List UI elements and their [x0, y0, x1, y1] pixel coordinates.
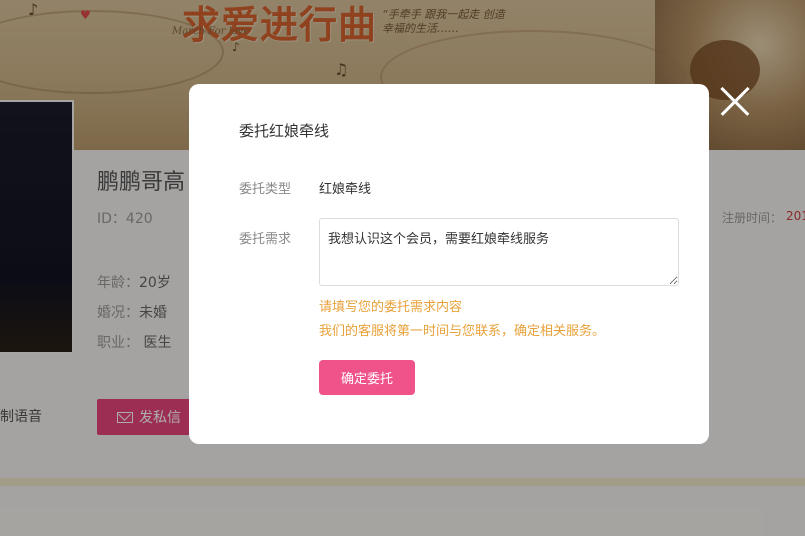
entrust-dialog: 委托红娘牵线 委托类型 红娘牵线 委托需求 我想认识这个会员，需要红娘牵线服务 …	[189, 84, 709, 444]
dialog-title: 委托红娘牵线	[239, 122, 330, 140]
need-label: 委托需求	[239, 232, 292, 247]
hint-contact: 我们的客服将第一时间与您联系，确定相关服务。	[319, 324, 606, 339]
type-label: 委托类型	[239, 182, 292, 197]
type-value: 红娘牵线	[319, 182, 372, 197]
need-textarea[interactable]: 我想认识这个会员，需要红娘牵线服务	[319, 218, 679, 286]
hint-fill-need: 请填写您的委托需求内容	[319, 300, 463, 315]
confirm-entrust-button[interactable]: 确定委托	[319, 360, 415, 395]
close-icon[interactable]	[720, 86, 750, 116]
